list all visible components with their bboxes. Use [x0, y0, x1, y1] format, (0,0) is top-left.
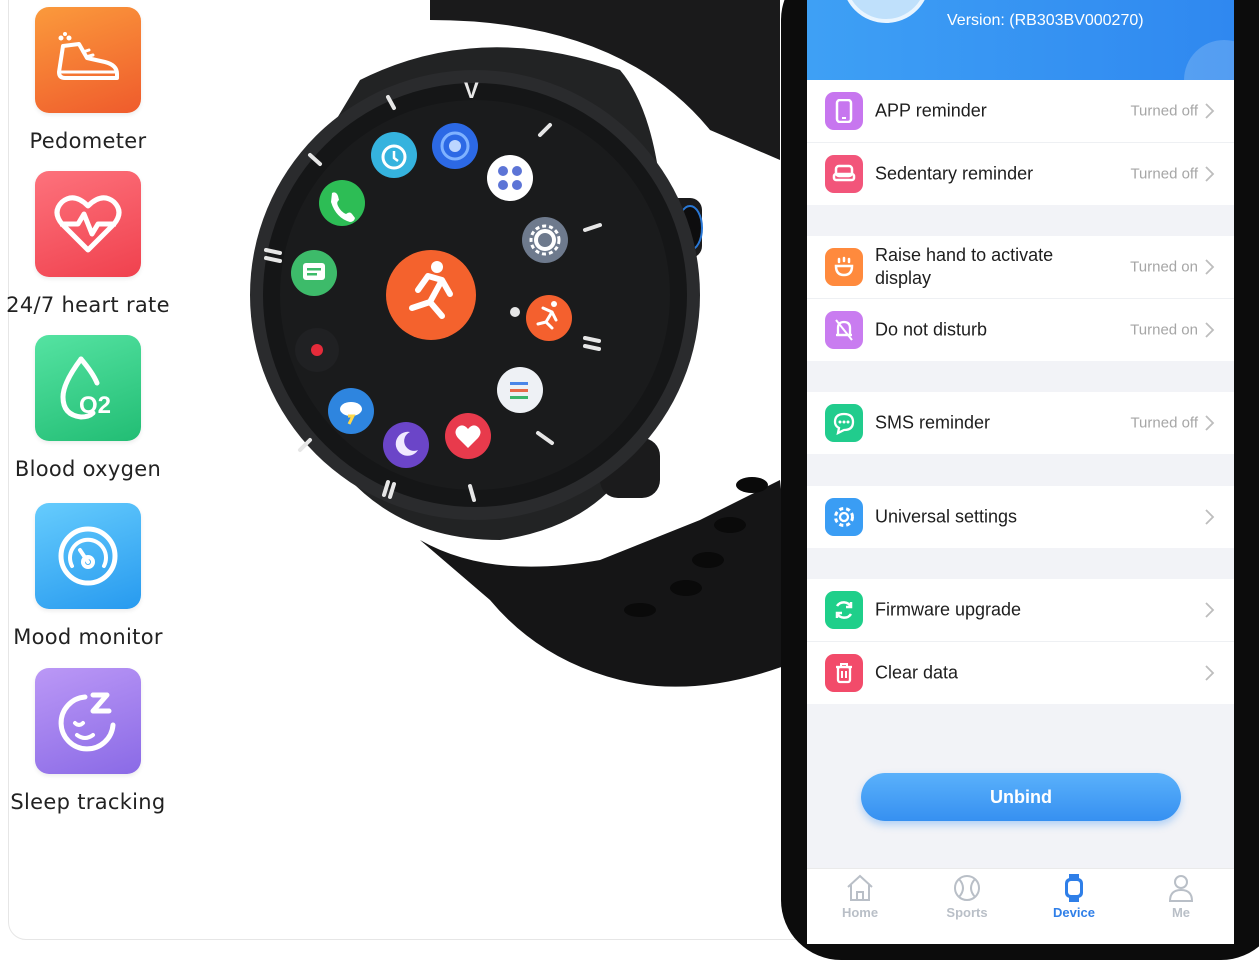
row-label: Raise hand to activate display	[875, 245, 1054, 288]
row-label: Sedentary reminder	[875, 163, 1034, 184]
tab-sports[interactable]: Sports	[914, 869, 1020, 931]
feature-blood-oxygen: O2 Blood oxygen	[0, 335, 176, 481]
settings-group: Firmware upgrade Clear data	[807, 579, 1234, 704]
row-firmware-upgrade[interactable]: Firmware upgrade	[807, 579, 1234, 642]
phone-icon	[825, 92, 863, 130]
tab-device[interactable]: Device	[1021, 869, 1127, 931]
feature-pedometer: Pedometer	[0, 7, 176, 153]
unbind-button[interactable]: Unbind	[861, 773, 1181, 821]
chevron-right-icon	[1205, 602, 1215, 618]
row-sms-reminder[interactable]: SMS reminder Turned off	[807, 392, 1234, 454]
feature-sleep-tracking: Sleep tracking	[0, 668, 176, 814]
row-label: Clear data	[875, 662, 959, 683]
svg-text:O2: O2	[79, 392, 111, 419]
feature-label: 24/7 heart rate	[6, 293, 170, 317]
chevron-right-icon	[1205, 259, 1215, 275]
row-do-not-disturb[interactable]: Do not disturb Turned on	[807, 299, 1234, 361]
feature-label: Pedometer	[29, 129, 147, 153]
sleep-app-icon	[383, 422, 429, 468]
row-clear-data[interactable]: Clear data	[807, 642, 1234, 704]
row-label: Firmware upgrade	[875, 599, 1022, 620]
firmware-version: Version: (RB303BV000270)	[947, 12, 1144, 29]
settings-group: Raise hand to activate display Turned on…	[807, 236, 1234, 361]
settings-group: SMS reminder Turned off	[807, 392, 1234, 454]
weather-app-icon	[328, 388, 374, 434]
gear-icon	[825, 498, 863, 536]
tab-label: Home	[841, 905, 879, 920]
row-raise-hand[interactable]: Raise hand to activate display Turned on	[807, 236, 1234, 299]
smartwatch-illustration: V	[250, 0, 800, 687]
list-app-icon	[497, 367, 543, 413]
bell-off-icon	[825, 311, 863, 349]
chevron-right-icon	[1205, 166, 1215, 182]
oxygen-drop-icon: O2	[35, 335, 141, 441]
chevron-right-icon	[1205, 509, 1215, 525]
circle-app-icon	[432, 123, 478, 169]
running-shoe-icon	[35, 7, 141, 113]
row-status: Turned on	[1130, 321, 1198, 339]
settings-app-icon	[522, 217, 568, 263]
header-decoration	[1184, 40, 1234, 80]
chevron-right-icon	[1205, 415, 1215, 431]
trash-icon	[825, 654, 863, 692]
heartbeat-icon	[35, 171, 141, 277]
device-header: Version: (RB303BV000270)	[807, 0, 1234, 80]
feature-mood-monitor: Mood monitor	[0, 503, 176, 649]
record-app-icon	[295, 328, 339, 372]
feature-heart-rate: 24/7 heart rate	[0, 171, 176, 317]
sleep-face-icon	[35, 668, 141, 774]
chevron-right-icon	[1205, 665, 1215, 681]
row-status: Turned on	[1130, 258, 1198, 276]
watch-icon	[1065, 874, 1083, 902]
tab-label: Device	[1053, 905, 1095, 920]
tab-label: Sports	[946, 905, 988, 920]
workout-app-icon	[526, 295, 572, 341]
hand-icon	[825, 248, 863, 286]
home-icon	[847, 874, 873, 901]
bottom-tab-bar: Home Sports Device Me	[807, 868, 1234, 944]
gauge-icon	[35, 503, 141, 609]
tab-home[interactable]: Home	[807, 869, 913, 931]
phone-screen: Version: (RB303BV000270) APP reminder Tu…	[807, 0, 1234, 944]
settings-group: Universal settings	[807, 486, 1234, 548]
alarm-app-icon	[371, 132, 417, 178]
refresh-icon	[825, 591, 863, 629]
seat-icon	[825, 155, 863, 193]
row-status: Turned off	[1130, 414, 1198, 432]
feature-label: Mood monitor	[13, 625, 163, 649]
grid-app-icon	[487, 155, 533, 201]
center-run-app-icon	[386, 250, 476, 340]
person-icon	[1168, 875, 1194, 902]
row-status: Turned off	[1130, 165, 1198, 183]
ball-icon	[954, 875, 980, 901]
row-universal-settings[interactable]: Universal settings	[807, 486, 1234, 548]
settings-group: APP reminder Turned off Sedentary remind…	[807, 80, 1234, 205]
tab-me[interactable]: Me	[1128, 869, 1234, 931]
row-label: Universal settings	[875, 506, 1018, 527]
chevron-right-icon	[1205, 103, 1215, 119]
device-avatar	[842, 0, 930, 23]
heart-app-icon	[445, 413, 491, 459]
chat-icon	[825, 404, 863, 442]
watch-brand-mark: V	[464, 78, 479, 103]
tab-label: Me	[1171, 905, 1191, 920]
row-app-reminder[interactable]: APP reminder Turned off	[807, 80, 1234, 143]
row-label: SMS reminder	[875, 412, 991, 433]
feature-label: Sleep tracking	[10, 790, 166, 814]
message-app-icon	[291, 250, 337, 296]
row-label: Do not disturb	[875, 319, 988, 340]
row-label: APP reminder	[875, 100, 987, 121]
chevron-right-icon	[1205, 322, 1215, 338]
phone-app-icon	[319, 180, 365, 226]
feature-label: Blood oxygen	[14, 457, 162, 481]
row-status: Turned off	[1130, 102, 1198, 120]
row-sedentary-reminder[interactable]: Sedentary reminder Turned off	[807, 143, 1234, 205]
